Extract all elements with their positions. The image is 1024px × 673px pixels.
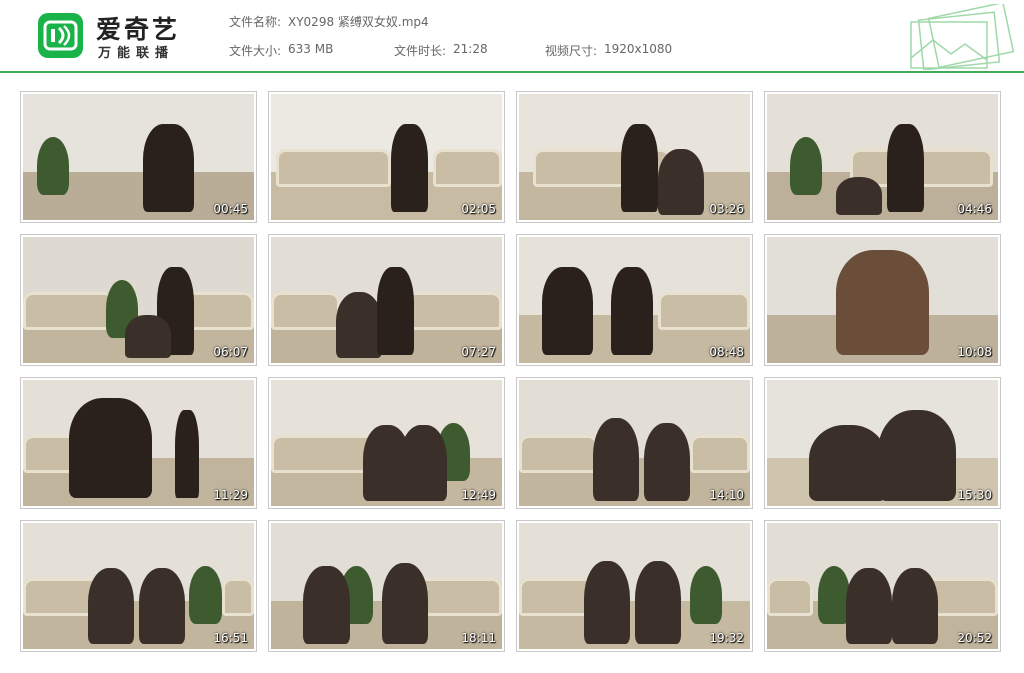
thumbnail[interactable]: 20:52 (764, 520, 1001, 652)
thumbnail[interactable]: 10:08 (764, 234, 1001, 366)
thumbnail[interactable]: 04:46 (764, 91, 1001, 223)
app-logo-icon (38, 13, 83, 58)
thumbnail[interactable]: 03:26 (516, 91, 753, 223)
timestamp: 00:45 (213, 202, 248, 216)
timestamp: 04:46 (957, 202, 992, 216)
duration-value: 21:28 (453, 42, 488, 56)
timestamp: 12:49 (461, 488, 496, 502)
header: 爱奇艺 万能联播 文件名称: XY0298 紧缚双女奴.mp4 文件大小: 63… (0, 0, 1024, 72)
thumbnail[interactable]: 14:10 (516, 377, 753, 509)
thumbnail[interactable]: 19:32 (516, 520, 753, 652)
thumbnail[interactable]: 15:30 (764, 377, 1001, 509)
photo-frames-icon (910, 4, 1015, 70)
timestamp: 18:11 (461, 631, 496, 645)
brand-subtitle: 万能联播 (98, 46, 175, 61)
timestamp: 08:48 (709, 345, 744, 359)
duration-label: 文件时长: (394, 44, 447, 58)
file-size-value: 633 MB (288, 42, 334, 56)
thumbnail[interactable]: 12:49 (268, 377, 505, 509)
timestamp: 02:05 (461, 202, 496, 216)
thumbnail[interactable]: 02:05 (268, 91, 505, 223)
thumbnail[interactable]: 07:27 (268, 234, 505, 366)
timestamp: 03:26 (709, 202, 744, 216)
file-size-label: 文件大小: (229, 44, 282, 58)
thumbnail-grid: 00:45 02:05 03:26 04:46 06:07 07:27 08:4… (20, 91, 1002, 653)
thumbnail[interactable]: 06:07 (20, 234, 257, 366)
timestamp: 10:08 (957, 345, 992, 359)
timestamp: 14:10 (709, 488, 744, 502)
timestamp: 19:32 (709, 631, 744, 645)
file-name-value: XY0298 紧缚双女奴.mp4 (288, 15, 429, 29)
file-name-label: 文件名称: (229, 15, 282, 29)
timestamp: 20:52 (957, 631, 992, 645)
timestamp: 07:27 (461, 345, 496, 359)
timestamp: 06:07 (213, 345, 248, 359)
thumbnail[interactable]: 16:51 (20, 520, 257, 652)
thumbnail[interactable]: 08:48 (516, 234, 753, 366)
resolution-label: 视频尺寸: (545, 44, 598, 58)
thumbnail[interactable]: 18:11 (268, 520, 505, 652)
timestamp: 11:29 (213, 488, 248, 502)
timestamp: 16:51 (213, 631, 248, 645)
thumbnail[interactable]: 00:45 (20, 91, 257, 223)
timestamp: 15:30 (957, 488, 992, 502)
thumbnail[interactable]: 11:29 (20, 377, 257, 509)
header-divider (0, 71, 1024, 73)
resolution-value: 1920x1080 (604, 42, 673, 56)
brand-name: 爱奇艺 (96, 15, 181, 44)
